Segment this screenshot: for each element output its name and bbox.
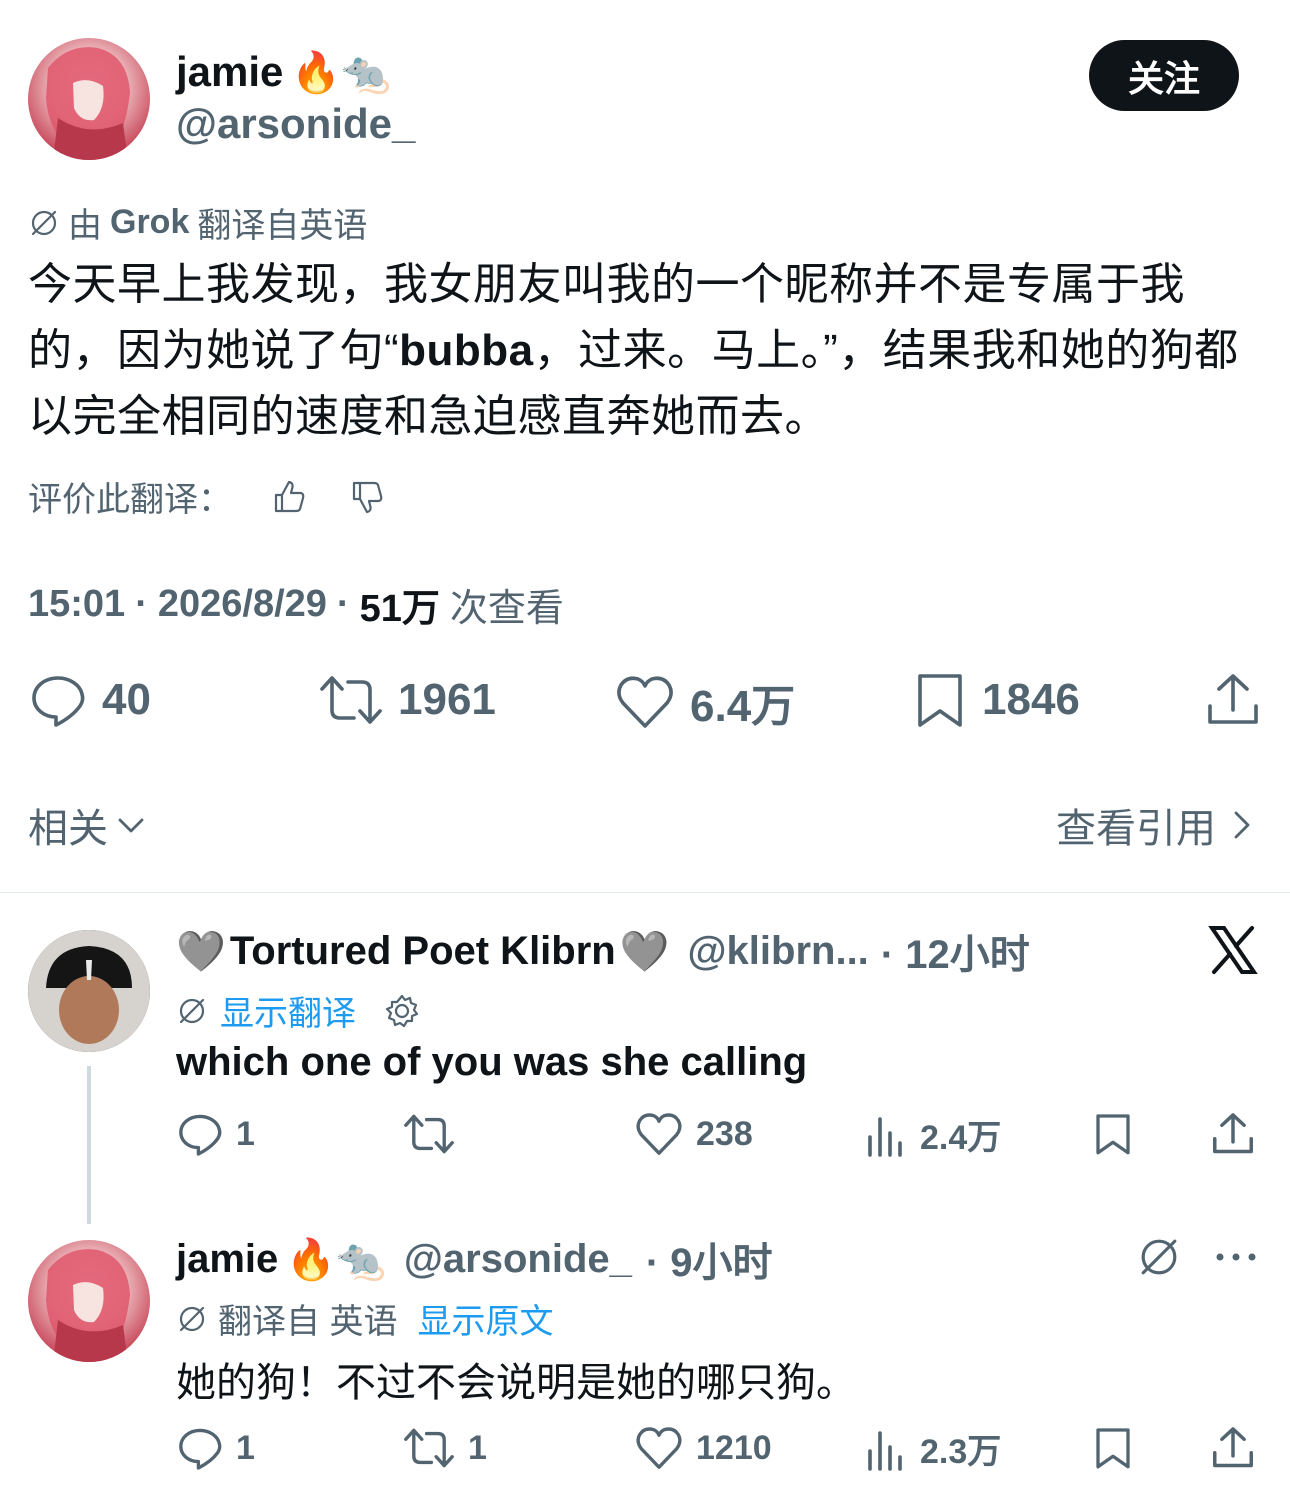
more-options-icon[interactable] <box>1214 1242 1258 1272</box>
avatar-illustration <box>46 1249 130 1362</box>
bar-chart-icon <box>864 1425 908 1473</box>
author-name-emojis: 🔥🐀 <box>291 50 392 95</box>
heart-emoji: 🩶 <box>176 929 226 974</box>
share-button[interactable] <box>1210 1424 1256 1472</box>
retweet-count: 1 <box>468 1428 487 1467</box>
follow-button-label: 关注 <box>1127 57 1200 99</box>
author-avatar[interactable] <box>28 38 150 160</box>
grok-label[interactable]: Grok <box>110 203 189 242</box>
bar-chart-icon <box>864 1111 908 1159</box>
translate-toggle-icon[interactable] <box>1136 1234 1182 1280</box>
share-icon <box>1210 1110 1256 1158</box>
like-action[interactable]: 6.4万 <box>614 670 795 734</box>
meta-separator: · <box>135 583 148 625</box>
bookmark-button[interactable] <box>1092 1424 1134 1472</box>
translate-icon <box>28 207 60 239</box>
reply-action[interactable]: 1 <box>176 1110 255 1158</box>
like-action[interactable]: 238 <box>634 1110 753 1158</box>
show-original-link[interactable]: 显示原文 <box>417 1294 553 1343</box>
views-action[interactable]: 2.4万 <box>864 1110 1001 1159</box>
views-count: 51万 <box>359 588 440 630</box>
like-count: 238 <box>696 1114 753 1153</box>
translation-prefix: 由 <box>68 207 102 245</box>
related-label: 相关 <box>28 807 108 851</box>
reply-action[interactable]: 1 <box>176 1424 255 1472</box>
like-count: 1210 <box>696 1428 772 1467</box>
related-dropdown[interactable]: 相关 <box>28 796 146 854</box>
rate-translation-label: 评价此翻译： <box>28 481 232 519</box>
views-count: 2.3万 <box>920 1433 1002 1471</box>
reply-count: 1 <box>236 1428 255 1467</box>
retweet-action[interactable]: 1961 <box>318 670 496 730</box>
reply-count: 40 <box>102 675 151 724</box>
like-count: 6.4万 <box>690 682 796 731</box>
show-translation-link[interactable]: 显示翻译 <box>220 986 356 1035</box>
translation-suffix: 翻译自英语 <box>197 207 368 245</box>
views-count: 2.4万 <box>920 1119 1002 1157</box>
tweet-text-part-2: bubba <box>399 326 534 375</box>
views-action[interactable]: 2.3万 <box>864 1424 1001 1473</box>
meta-separator: · <box>336 583 350 625</box>
heart-emoji: 🩶 <box>619 929 670 974</box>
reply-display-name[interactable]: Tortured Poet Klibrn <box>230 929 616 974</box>
retweet-action[interactable] <box>402 1110 468 1158</box>
author-handle[interactable]: @arsonide_ <box>176 100 415 148</box>
retweet-icon <box>318 670 384 730</box>
reply-text: which one of you was she calling <box>176 1040 808 1084</box>
reply-time[interactable]: · 9小时 <box>646 1230 773 1288</box>
reply-avatar[interactable] <box>28 1240 150 1362</box>
reply-count: 1 <box>236 1114 255 1153</box>
tweet-text: 今天早上我发现，我女朋友叫我的一个昵称并不是专属于我的，因为她说了句“bubba… <box>28 252 1260 450</box>
retweet-icon <box>402 1424 456 1472</box>
translate-icon <box>176 1303 208 1335</box>
bookmark-icon <box>912 670 968 730</box>
reply-handle[interactable]: @klibrn... <box>688 929 869 974</box>
view-quotes-label: 查看引用 <box>1056 807 1216 851</box>
thumbs-up-icon[interactable] <box>270 478 308 516</box>
bookmark-button[interactable] <box>1092 1110 1134 1158</box>
reply-handle[interactable]: @arsonide_ <box>404 1237 632 1282</box>
reply-display-name[interactable]: jamie <box>176 1237 278 1282</box>
like-action[interactable]: 1210 <box>634 1424 772 1472</box>
share-button[interactable] <box>1204 670 1262 730</box>
share-button[interactable] <box>1210 1110 1256 1158</box>
bookmark-count: 1846 <box>982 675 1080 724</box>
thumbs-down-icon[interactable] <box>348 478 386 516</box>
bookmark-icon <box>1092 1110 1134 1158</box>
share-icon <box>1204 670 1262 730</box>
avatar-illustration <box>46 47 130 160</box>
author-display-name[interactable]: jamie <box>176 48 283 96</box>
heart-icon <box>614 672 676 732</box>
heart-icon <box>634 1110 684 1158</box>
retweet-count: 1961 <box>398 675 496 724</box>
tweet-time[interactable]: 15:01 <box>28 583 125 626</box>
share-icon <box>1210 1424 1256 1472</box>
follow-button[interactable]: 关注 <box>1089 40 1239 111</box>
views-label: 次查看 <box>449 588 564 630</box>
retweet-action[interactable]: 1 <box>402 1424 487 1472</box>
tweet-date[interactable]: 2026/8/29 <box>158 583 327 626</box>
thread-line <box>87 1066 91 1224</box>
author-name-emojis: 🔥🐀 <box>286 1237 386 1282</box>
avatar-photo <box>28 930 150 1052</box>
bookmark-action[interactable]: 1846 <box>912 670 1080 730</box>
chevron-right-icon <box>1230 808 1254 842</box>
gear-icon[interactable] <box>384 993 420 1029</box>
reply-icon <box>176 1110 224 1158</box>
chevron-down-icon <box>116 810 146 840</box>
reply-time[interactable]: · 12小时 <box>881 922 1030 980</box>
translate-icon <box>176 995 208 1027</box>
bookmark-icon <box>1092 1424 1134 1472</box>
section-divider <box>0 892 1290 893</box>
reply-avatar[interactable] <box>28 930 150 1052</box>
reply-text: 她的狗！不过不会说明是她的哪只狗。 <box>176 1361 856 1405</box>
reply-icon <box>28 670 88 730</box>
reply-icon <box>176 1424 224 1472</box>
retweet-icon <box>402 1110 456 1158</box>
x-logo-icon[interactable] <box>1208 924 1258 976</box>
translated-from-label: 翻译自 英语 <box>218 1303 398 1341</box>
heart-icon <box>634 1424 684 1472</box>
reply-action[interactable]: 40 <box>28 670 151 730</box>
view-quotes-link[interactable]: 查看引用 <box>1056 796 1254 854</box>
